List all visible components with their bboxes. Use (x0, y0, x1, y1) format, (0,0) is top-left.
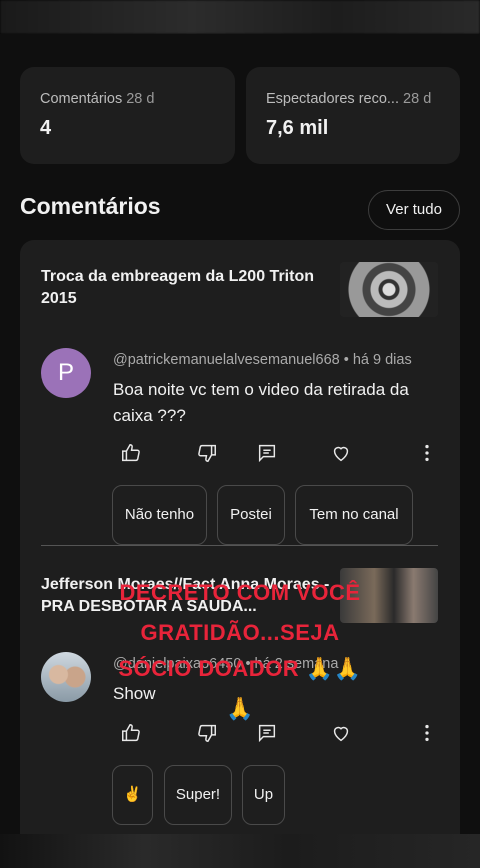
stat-card-comments[interactable]: Comentários 28 d 4 (20, 67, 235, 164)
more-vert-icon[interactable] (416, 442, 440, 466)
status-bar (0, 0, 480, 34)
quick-reply-chip[interactable]: Tem no canal (295, 485, 413, 545)
reply-icon[interactable] (256, 442, 280, 466)
comment-actions (120, 722, 440, 748)
quick-reply-chip[interactable]: Up (242, 765, 285, 825)
overlay-text: DECRETO COM VOCÊ (119, 580, 361, 605)
divider (41, 545, 438, 546)
overlay-text: GRATIDÃO...SEJA (140, 620, 340, 645)
stat-label-comments: Comentários 28 d (40, 91, 215, 107)
like-icon[interactable] (120, 442, 144, 466)
comments-panel: Troca da embreagem da L200 Triton 2015 P… (20, 240, 460, 860)
dislike-icon[interactable] (196, 722, 220, 746)
quick-reply-chip[interactable]: Super! (164, 765, 232, 825)
heart-icon[interactable] (330, 722, 354, 746)
comment-time: há 9 dias (352, 352, 412, 368)
quick-reply-chip[interactable]: Postei (217, 485, 285, 545)
separator-dot: • (343, 352, 349, 368)
stat-period-viewers: 28 d (403, 91, 432, 107)
heart-icon[interactable] (330, 442, 354, 466)
video-title[interactable]: Troca da embreagem da L200 Triton 2015 (41, 266, 331, 310)
comment-actions (120, 442, 440, 468)
comment-author-line: @patrickemanuelalvesemanuel668 • há 9 di… (113, 352, 412, 368)
overlay-text: 🙏 (226, 696, 254, 721)
like-icon[interactable] (120, 722, 144, 746)
section-title: Comentários (20, 193, 161, 219)
stat-card-viewers[interactable]: Espectadores reco... 28 d 7,6 mil (246, 67, 460, 164)
stat-label-viewers-text: Espectadores reco... (266, 91, 399, 107)
overlay-text: SÓCIO DOADOR 🙏🙏 (118, 656, 362, 681)
video-thumbnail[interactable] (340, 262, 438, 317)
comment-text: Boa noite vc tem o video da retirada da … (113, 380, 409, 425)
stat-period-comments: 28 d (126, 91, 155, 107)
see-all-button[interactable]: Ver tudo (368, 190, 460, 230)
avatar[interactable]: P (41, 348, 91, 398)
quick-reply-chip[interactable]: ✌️ (112, 765, 153, 825)
navigation-bar (0, 834, 480, 868)
comment-author[interactable]: @patrickemanuelalvesemanuel668 (113, 352, 340, 368)
stat-value-viewers: 7,6 mil (266, 117, 329, 139)
quick-reply-chip[interactable]: Não tenho (112, 485, 207, 545)
stat-label-comments-text: Comentários (40, 91, 123, 107)
reply-icon[interactable] (256, 722, 280, 746)
stat-label-viewers: Espectadores reco... 28 d (266, 91, 440, 107)
dislike-icon[interactable] (196, 442, 220, 466)
more-vert-icon[interactable] (416, 722, 440, 746)
stat-value-comments: 4 (40, 117, 52, 139)
